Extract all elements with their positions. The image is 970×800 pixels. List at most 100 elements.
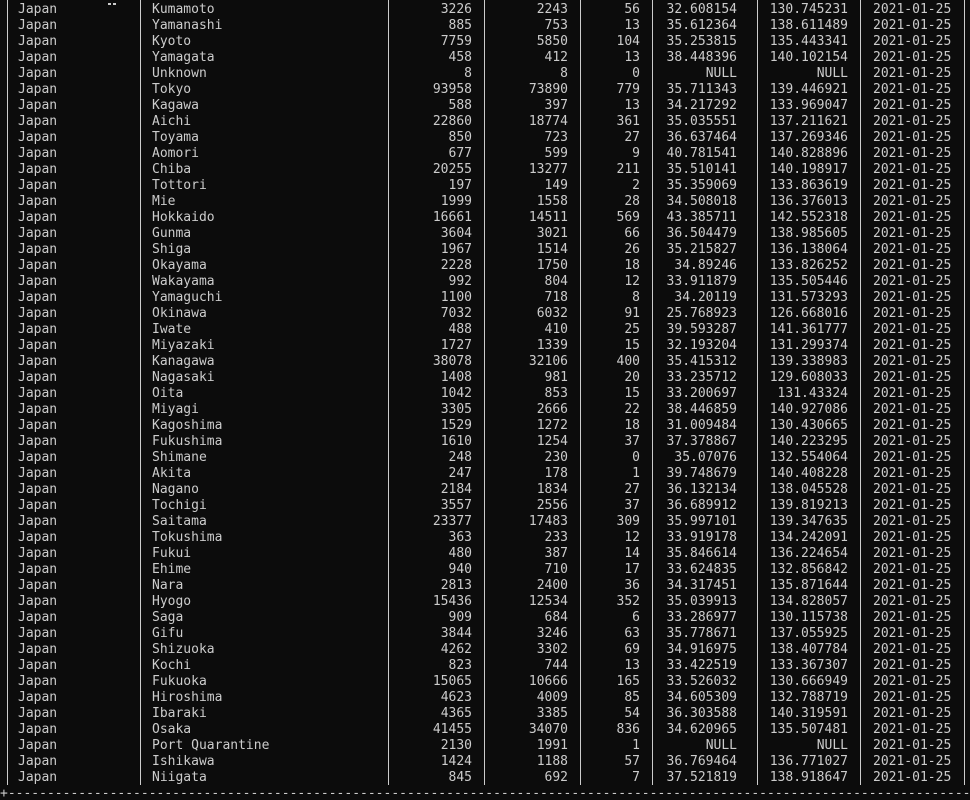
province-cell: Kumamoto bbox=[152, 2, 215, 17]
deaths-cell: 836 bbox=[616, 722, 640, 737]
date-cell: 2021-01-25 bbox=[873, 50, 952, 65]
latitude-cell: 35.778671 bbox=[666, 626, 737, 641]
deaths-cell: 12 bbox=[624, 530, 640, 545]
date-cell: 2021-01-25 bbox=[873, 642, 952, 657]
country-cell: Japan bbox=[18, 322, 58, 337]
confirmed-cell: 458 bbox=[448, 50, 472, 65]
confirmed-cell: 2184 bbox=[440, 482, 472, 497]
longitude-cell: 130.666949 bbox=[769, 674, 848, 689]
province-cell: Kyoto bbox=[152, 34, 192, 49]
table-row: Japan Kochi 823 744 13 33.422519 133.367307 202… bbox=[0, 658, 970, 674]
latitude-cell: 34.20119 bbox=[674, 290, 737, 305]
province-cell: Nagasaki bbox=[152, 370, 215, 385]
confirmed-cell: 2130 bbox=[440, 738, 472, 753]
longitude-cell: NULL bbox=[816, 66, 848, 81]
date-cell: 2021-01-25 bbox=[873, 210, 952, 225]
date-cell: 2021-01-25 bbox=[873, 2, 952, 17]
table-row: Japan Niigata 845 692 7 37.521819 138.918647 20… bbox=[0, 770, 970, 786]
table-row: Japan Akita 247 178 1 39.748679 140.408228 2021… bbox=[0, 466, 970, 482]
latitude-cell: 40.781541 bbox=[666, 146, 737, 161]
date-cell: 2021-01-25 bbox=[873, 194, 952, 209]
longitude-cell: 136.771027 bbox=[769, 754, 848, 769]
deaths-cell: 91 bbox=[624, 306, 640, 321]
latitude-cell: 35.846614 bbox=[666, 546, 737, 561]
table-row: Japan Nagasaki 1408 981 20 33.235712 129.60803… bbox=[0, 370, 970, 386]
confirmed-cell: 41455 bbox=[432, 722, 472, 737]
deaths-cell: 27 bbox=[624, 130, 640, 145]
province-cell: Miyazaki bbox=[152, 338, 215, 353]
deaths-cell: 211 bbox=[616, 162, 640, 177]
table-row: Japan Yamaguchi 1100 718 8 34.20119 131.573293… bbox=[0, 290, 970, 306]
table-row: Japan Hiroshima 4623 4009 85 34.605309 132.788… bbox=[0, 690, 970, 706]
longitude-cell: 136.224654 bbox=[769, 546, 848, 561]
recovered-cell: 18774 bbox=[528, 114, 568, 129]
confirmed-cell: 22860 bbox=[432, 114, 472, 129]
recovered-cell: 8 bbox=[560, 66, 568, 81]
latitude-cell: 36.637464 bbox=[666, 130, 737, 145]
date-cell: 2021-01-25 bbox=[873, 386, 952, 401]
table-row: Japan Aomori 677 599 9 40.781541 140.828896 202… bbox=[0, 146, 970, 162]
latitude-cell: 33.911879 bbox=[666, 274, 737, 289]
confirmed-cell: 3226 bbox=[440, 2, 472, 17]
country-cell: Japan bbox=[18, 34, 58, 49]
latitude-cell: 34.89246 bbox=[674, 258, 737, 273]
recovered-cell: 2400 bbox=[536, 578, 568, 593]
longitude-cell: 139.446921 bbox=[769, 82, 848, 97]
table-row: Japan Toyama 850 723 27 36.637464 137.269346 20… bbox=[0, 130, 970, 146]
longitude-cell: 140.102154 bbox=[769, 50, 848, 65]
latitude-cell: 33.624835 bbox=[666, 562, 737, 577]
confirmed-cell: 20255 bbox=[432, 162, 472, 177]
country-cell: Japan bbox=[18, 706, 58, 721]
confirmed-cell: 823 bbox=[448, 658, 472, 673]
province-cell: Nagano bbox=[152, 482, 199, 497]
deaths-cell: 569 bbox=[616, 210, 640, 225]
deaths-cell: 13 bbox=[624, 50, 640, 65]
date-cell: 2021-01-25 bbox=[873, 82, 952, 97]
date-cell: 2021-01-25 bbox=[873, 658, 952, 673]
province-cell: Shizuoka bbox=[152, 642, 215, 657]
table-row: Japan Gifu 3844 3246 63 35.778671 137.055925 20… bbox=[0, 626, 970, 642]
table-row: Japan Tottori 197 149 2 35.359069 133.863619 20… bbox=[0, 178, 970, 194]
confirmed-cell: 1610 bbox=[440, 434, 472, 449]
latitude-cell: 33.526032 bbox=[666, 674, 737, 689]
confirmed-cell: 4365 bbox=[440, 706, 472, 721]
country-cell: Japan bbox=[18, 578, 58, 593]
recovered-cell: 149 bbox=[544, 178, 568, 193]
longitude-cell: 141.361777 bbox=[769, 322, 848, 337]
longitude-cell: 142.552318 bbox=[769, 210, 848, 225]
deaths-cell: 779 bbox=[616, 82, 640, 97]
latitude-cell: 34.620965 bbox=[666, 722, 737, 737]
deaths-cell: 26 bbox=[624, 242, 640, 257]
confirmed-cell: 1100 bbox=[440, 290, 472, 305]
date-cell: 2021-01-25 bbox=[873, 146, 952, 161]
latitude-cell: 32.193204 bbox=[666, 338, 737, 353]
recovered-cell: 723 bbox=[544, 130, 568, 145]
recovered-cell: 853 bbox=[544, 386, 568, 401]
longitude-cell: 132.554064 bbox=[769, 450, 848, 465]
date-cell: 2021-01-25 bbox=[873, 530, 952, 545]
country-cell: Japan bbox=[18, 258, 58, 273]
table-row: Japan Tokyo 93958 73890 779 35.711343 139.4469… bbox=[0, 82, 970, 98]
date-cell: 2021-01-25 bbox=[873, 226, 952, 241]
recovered-cell: 684 bbox=[544, 610, 568, 625]
province-cell: Wakayama bbox=[152, 274, 215, 289]
console-window[interactable]: Japan Kumamoto 3226 2243 56 32.608154 130.7452… bbox=[0, 0, 970, 800]
longitude-cell: 131.299374 bbox=[769, 338, 848, 353]
province-cell: Kagoshima bbox=[152, 418, 223, 433]
country-cell: Japan bbox=[18, 658, 58, 673]
longitude-cell: 134.242091 bbox=[769, 530, 848, 545]
country-cell: Japan bbox=[18, 754, 58, 769]
date-cell: 2021-01-25 bbox=[873, 66, 952, 81]
recovered-cell: 6032 bbox=[536, 306, 568, 321]
latitude-cell: 33.919178 bbox=[666, 530, 737, 545]
longitude-cell: 129.608033 bbox=[769, 370, 848, 385]
deaths-cell: 17 bbox=[624, 562, 640, 577]
table-row: Japan Unknown 8 8 0 NULL NULL 2021-01-25 bbox=[0, 66, 970, 82]
table-row: Japan Ishikawa 1424 1188 57 36.769464 136.7710… bbox=[0, 754, 970, 770]
table-row: Japan Shizuoka 4262 3302 69 34.916975 138.4077… bbox=[0, 642, 970, 658]
confirmed-cell: 850 bbox=[448, 130, 472, 145]
longitude-cell: 138.985605 bbox=[769, 226, 848, 241]
longitude-cell: 126.668016 bbox=[769, 306, 848, 321]
recovered-cell: 1514 bbox=[536, 242, 568, 257]
country-cell: Japan bbox=[18, 210, 58, 225]
